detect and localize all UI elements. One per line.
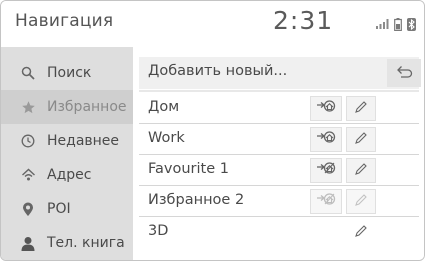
pencil-icon — [354, 99, 368, 118]
search-icon — [19, 64, 37, 82]
sidebar-item-phonebook[interactable]: Тел. книга — [1, 226, 133, 260]
favorite-name: 3D — [148, 223, 169, 239]
header-bar: Навигация 2:31 — [1, 1, 424, 43]
home-destination-icon — [315, 130, 337, 150]
favorite-name: Work — [148, 130, 185, 146]
sidebar-item-label: Избранное — [47, 99, 127, 115]
sidebar-item-favorites[interactable]: Избранное — [1, 90, 133, 124]
set-home-button[interactable] — [310, 158, 342, 183]
home-destination-icon — [315, 161, 337, 181]
home-destination-icon — [315, 192, 337, 212]
sidebar-item-label: Недавнее — [47, 133, 120, 149]
edit-button[interactable] — [346, 127, 376, 152]
edit-button[interactable] — [346, 220, 376, 245]
favorite-name: Favourite 1 — [148, 161, 229, 177]
edit-button[interactable] — [346, 96, 376, 121]
pencil-icon — [354, 223, 368, 242]
navigation-screen: Навигация 2:31 Поиск Избранное Недавнее … — [0, 0, 425, 261]
edit-button[interactable] — [346, 158, 376, 183]
status-icons — [375, 17, 416, 31]
clock-icon — [19, 132, 37, 150]
back-icon — [395, 64, 413, 83]
screen-title: Навигация — [15, 11, 114, 31]
sidebar-item-address[interactable]: Адрес — [1, 158, 133, 192]
divider — [139, 90, 419, 92]
pencil-icon — [354, 130, 368, 149]
battery-icon — [394, 17, 402, 31]
clock: 2:31 — [273, 6, 334, 35]
sidebar-item-label: Адрес — [47, 167, 92, 183]
favorite-row[interactable]: Favourite 1 — [139, 155, 419, 186]
favorite-name: Избранное 2 — [148, 192, 245, 208]
add-new-button[interactable]: Добавить новый... — [139, 57, 421, 89]
star-icon — [19, 98, 37, 116]
sidebar-item-recent[interactable]: Недавнее — [1, 124, 133, 158]
signal-icon — [376, 19, 389, 29]
pencil-icon — [354, 161, 368, 180]
sidebar-item-label: Поиск — [47, 65, 92, 81]
favorite-row[interactable]: Избранное 2 — [139, 186, 419, 217]
edit-button-disabled — [346, 189, 376, 214]
set-home-button[interactable] — [310, 127, 342, 152]
sidebar: Поиск Избранное Недавнее Адрес POI Тел. … — [1, 47, 133, 260]
favorites-list: Добавить новый... Дом Work Favourite 1 И… — [135, 47, 424, 260]
set-home-button-disabled — [310, 189, 342, 214]
sidebar-item-label: Тел. книга — [47, 235, 125, 251]
sidebar-item-poi[interactable]: POI — [1, 192, 133, 226]
address-icon — [19, 166, 37, 184]
add-new-label: Добавить новый... — [148, 63, 288, 79]
set-home-button[interactable] — [310, 96, 342, 121]
favorite-row[interactable]: Дом — [139, 93, 419, 124]
back-button[interactable] — [387, 59, 421, 87]
sidebar-item-search[interactable]: Поиск — [1, 56, 133, 90]
sidebar-item-label: POI — [47, 201, 71, 217]
pencil-icon — [354, 192, 368, 211]
bluetooth-icon — [407, 17, 416, 31]
contacts-icon — [19, 234, 37, 252]
favorite-row[interactable]: 3D — [139, 217, 419, 247]
favorite-name: Дом — [148, 99, 180, 115]
poi-pin-icon — [19, 200, 37, 218]
favorite-row[interactable]: Work — [139, 124, 419, 155]
home-destination-icon — [315, 99, 337, 119]
